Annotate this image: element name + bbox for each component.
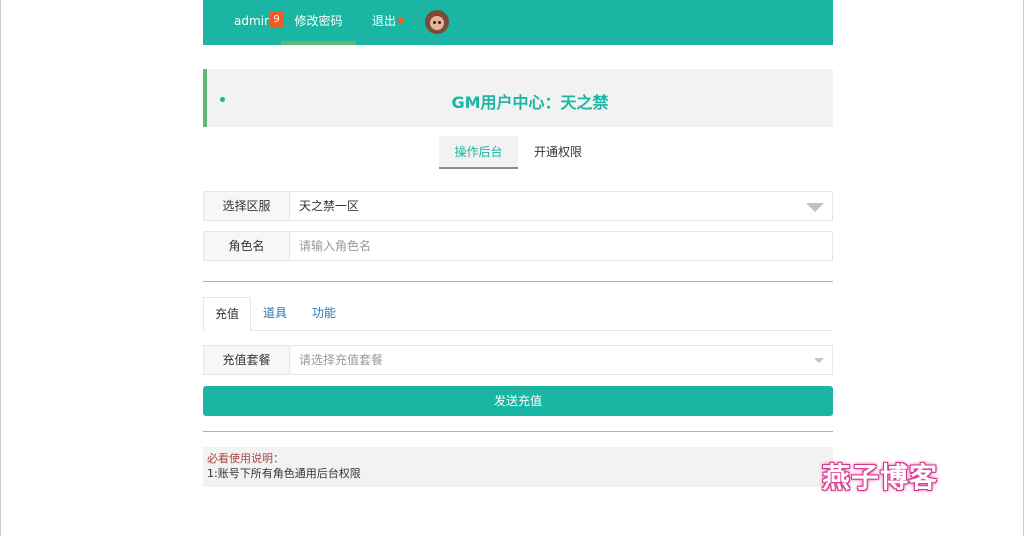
server-select-label: 选择区服 <box>204 192 290 220</box>
watermark-logo: 燕子博客 <box>822 461 939 494</box>
tab-items[interactable]: 道具 <box>255 297 295 331</box>
avatar[interactable] <box>425 10 449 34</box>
notes-title: 必看使用说明： <box>207 452 284 465</box>
tab-functions[interactable]: 功能 <box>304 297 344 331</box>
notes-line: 1:账号下所有角色通用后台权限 <box>207 467 361 480</box>
tab-operation[interactable]: 操作后台 <box>439 136 518 169</box>
usage-notes: 必看使用说明： 1:账号下所有角色通用后台权限 <box>203 447 833 487</box>
title-block: GM用户中心：天之禁 <box>203 69 833 127</box>
send-recharge-button[interactable]: 发送充值 <box>203 386 833 416</box>
tab-permission[interactable]: 开通权限 <box>523 136 593 169</box>
package-select[interactable]: 充值套餐 请选择充值套餐 <box>203 345 833 375</box>
section-divider <box>203 281 833 282</box>
package-select-label: 充值套餐 <box>204 346 290 374</box>
page-title: GM用户中心：天之禁 <box>451 93 609 112</box>
role-name-row: 角色名 请输入角色名 <box>203 231 833 261</box>
role-name-input[interactable]: 请输入角色名 <box>299 232 371 260</box>
sub-tabs: 充值 道具 功能 <box>203 297 833 332</box>
section-divider-2 <box>203 431 833 432</box>
top-nav: admin 9 修改密码 退出 <box>203 0 833 45</box>
logout-dot-icon <box>398 17 404 23</box>
chevron-down-icon[interactable] <box>806 203 824 212</box>
nav-logout[interactable]: 退出 <box>372 0 396 45</box>
server-select-value: 天之禁一区 <box>299 199 360 213</box>
nav-active-indicator <box>281 41 356 45</box>
tab-recharge[interactable]: 充值 <box>203 297 251 332</box>
package-select-value: 请选择充值套餐 <box>299 353 384 367</box>
server-select[interactable]: 选择区服 天之禁一区 <box>203 191 833 221</box>
nav-change-password[interactable]: 修改密码 <box>281 0 356 45</box>
chevron-down-icon[interactable] <box>814 358 824 363</box>
nav-user-admin[interactable]: admin <box>234 0 272 45</box>
role-name-label: 角色名 <box>204 232 290 260</box>
